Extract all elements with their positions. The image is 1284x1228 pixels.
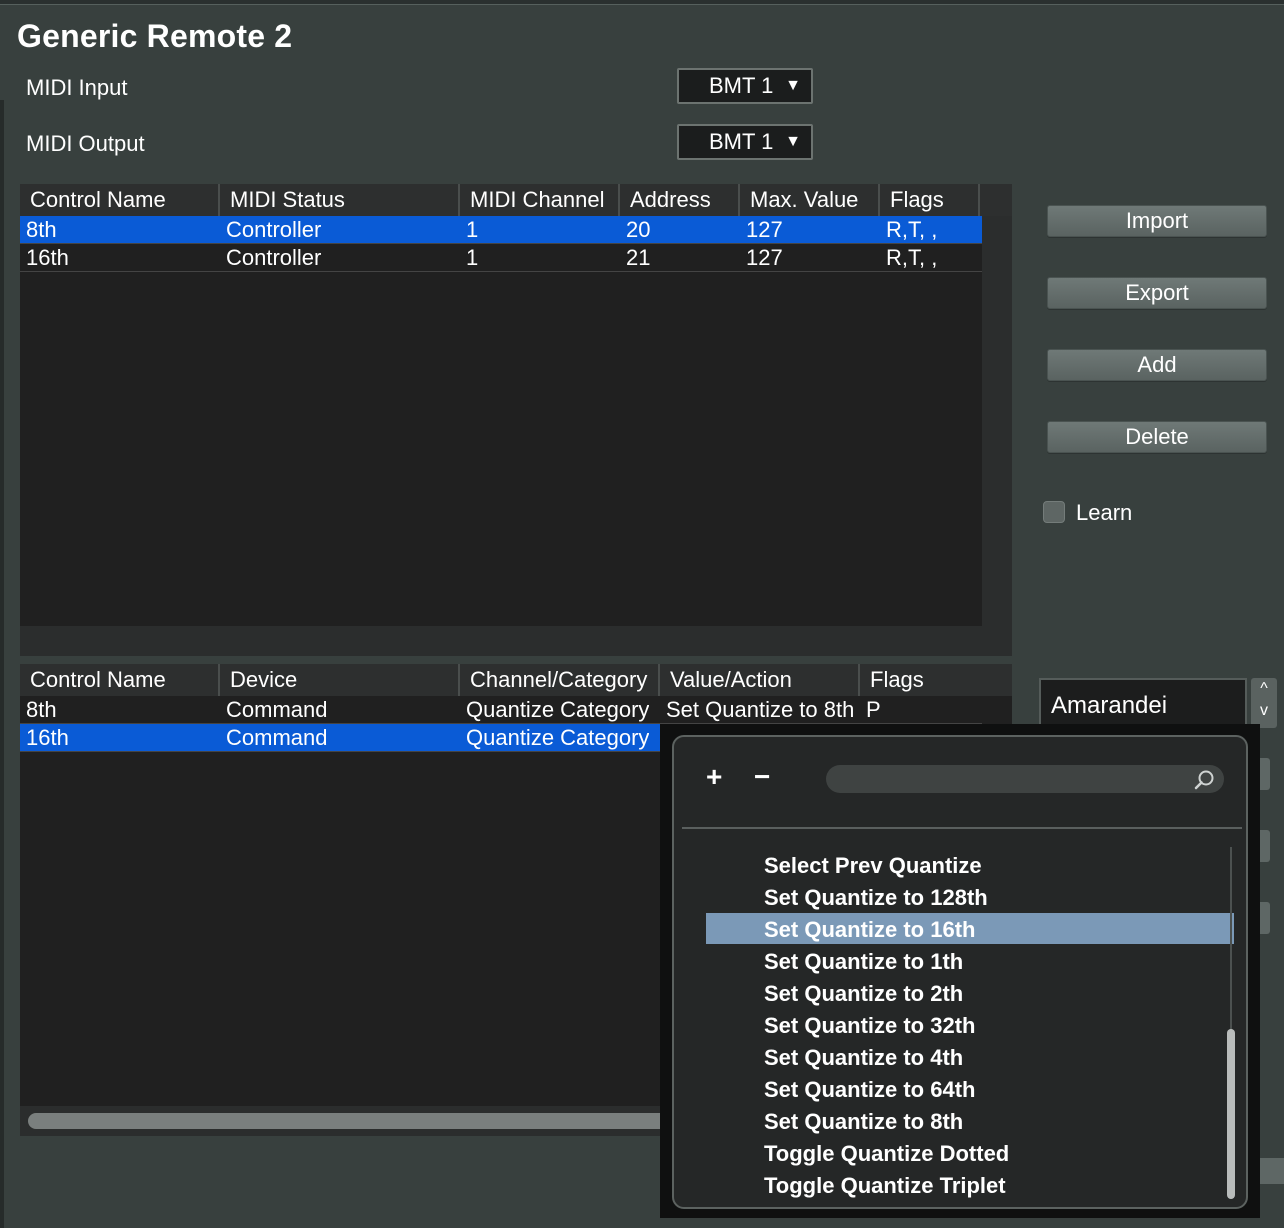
- remove-command-button[interactable]: −: [754, 761, 770, 793]
- cell-flags: R,T, ,: [886, 217, 938, 242]
- hidden-button-edge[interactable]: [1256, 1158, 1284, 1184]
- cell-control-name: 16th: [26, 245, 69, 270]
- midi-input-value: BMT 1: [709, 73, 774, 98]
- import-button[interactable]: Import: [1047, 205, 1267, 237]
- bank-stepper[interactable]: ^ v: [1251, 678, 1277, 728]
- command-item[interactable]: Set Quantize to 2th: [764, 981, 963, 1007]
- learn-label: Learn: [1076, 500, 1133, 525]
- command-item[interactable]: Set Quantize to 1th: [764, 949, 963, 975]
- command-item[interactable]: Set Quantize to 128th: [764, 885, 988, 911]
- column-header[interactable]: Control Name: [20, 664, 220, 696]
- delete-button[interactable]: Delete: [1047, 421, 1267, 453]
- midi-output-dropdown[interactable]: BMT 1 ▼: [677, 124, 813, 160]
- cell-midi-channel: 1: [466, 245, 479, 270]
- assignment-table-header: Control Name Device Channel/Category Val…: [20, 664, 1012, 696]
- controls-table-header: Control Name MIDI Status MIDI Channel Ad…: [20, 184, 1012, 216]
- command-item[interactable]: Select Prev Quantize: [764, 853, 982, 879]
- bank-field[interactable]: Amarandei: [1039, 678, 1247, 728]
- column-header[interactable]: Address: [620, 184, 740, 216]
- command-picker-popup: + − Select Prev Quantize Set Quantize to…: [660, 724, 1260, 1218]
- command-item-selected[interactable]: Set Quantize to 16th: [764, 917, 975, 943]
- cell-control-name: 8th: [26, 697, 57, 722]
- column-header[interactable]: Flags: [880, 184, 980, 216]
- chevron-up-icon[interactable]: ^: [1251, 678, 1277, 700]
- table-row[interactable]: 8th Controller 1 20 127 R,T, ,: [20, 216, 982, 244]
- vertical-scrollbar[interactable]: [982, 216, 1012, 656]
- command-item[interactable]: Toggle Quantize Triplet: [764, 1173, 1006, 1199]
- cell-midi-status: Controller: [226, 245, 322, 270]
- command-picker-panel: + − Select Prev Quantize Set Quantize to…: [672, 735, 1248, 1209]
- cell-flags: R,T, ,: [886, 245, 938, 270]
- chevron-down-icon: ▼: [785, 133, 801, 150]
- cell-max-value: 127: [746, 217, 783, 242]
- column-header[interactable]: Value/Action: [660, 664, 860, 696]
- scrollbar-thumb[interactable]: [28, 1113, 668, 1129]
- top-border: [0, 0, 1284, 5]
- cell-control-name: 8th: [26, 217, 57, 242]
- column-header[interactable]: Device: [220, 664, 460, 696]
- chevron-down-icon[interactable]: v: [1251, 700, 1277, 722]
- command-item[interactable]: Set Quantize to 32th: [764, 1013, 975, 1039]
- midi-input-dropdown[interactable]: BMT 1 ▼: [677, 68, 813, 104]
- column-header[interactable]: Flags: [860, 664, 980, 696]
- search-input[interactable]: [826, 765, 1224, 793]
- horizontal-scrollbar[interactable]: [20, 626, 982, 656]
- add-button[interactable]: Add: [1047, 349, 1267, 381]
- cell-device: Command: [226, 725, 328, 750]
- cell-max-value: 127: [746, 245, 783, 270]
- export-button[interactable]: Export: [1047, 277, 1267, 309]
- column-header[interactable]: MIDI Status: [220, 184, 460, 216]
- column-header[interactable]: Max. Value: [740, 184, 880, 216]
- cell-address: 21: [626, 245, 651, 270]
- cell-category: Quantize Category: [466, 697, 650, 722]
- bank-value: Amarandei: [1051, 692, 1168, 719]
- table-row[interactable]: 8th Command Quantize Category Set Quanti…: [20, 696, 982, 724]
- controls-table: Control Name MIDI Status MIDI Channel Ad…: [20, 184, 1012, 656]
- search-icon: [1194, 770, 1214, 790]
- chevron-down-icon: ▼: [785, 77, 801, 94]
- midi-output-value: BMT 1: [709, 129, 774, 154]
- table-row[interactable]: 16th Command Quantize Category: [20, 724, 660, 752]
- learn-checkbox[interactable]: [1043, 501, 1065, 523]
- command-item[interactable]: Toggle Quantize Dotted: [764, 1141, 1009, 1167]
- cell-midi-channel: 1: [466, 217, 479, 242]
- table-row[interactable]: 16th Controller 1 21 127 R,T, ,: [20, 244, 982, 272]
- left-edge: [0, 100, 4, 1228]
- cell-value-action: Set Quantize to 8th: [666, 697, 855, 722]
- cell-flags: P: [866, 697, 881, 722]
- command-item[interactable]: Set Quantize to 4th: [764, 1045, 963, 1071]
- column-header[interactable]: MIDI Channel: [460, 184, 620, 216]
- cell-category: Quantize Category: [466, 725, 650, 750]
- command-item[interactable]: Set Quantize to 64th: [764, 1077, 975, 1103]
- add-command-button[interactable]: +: [706, 761, 722, 793]
- cell-midi-status: Controller: [226, 217, 322, 242]
- divider: [682, 827, 1242, 829]
- command-item[interactable]: Set Quantize to 8th: [764, 1109, 963, 1135]
- cell-address: 20: [626, 217, 651, 242]
- midi-output-label: MIDI Output: [26, 131, 145, 156]
- window-title: Generic Remote 2: [17, 18, 293, 54]
- column-header[interactable]: Control Name: [20, 184, 220, 216]
- column-header[interactable]: Channel/Category: [460, 664, 660, 696]
- cell-device: Command: [226, 697, 328, 722]
- popup-scroll-thumb[interactable]: [1227, 1029, 1235, 1199]
- cell-control-name: 16th: [26, 725, 69, 750]
- midi-input-label: MIDI Input: [26, 75, 128, 100]
